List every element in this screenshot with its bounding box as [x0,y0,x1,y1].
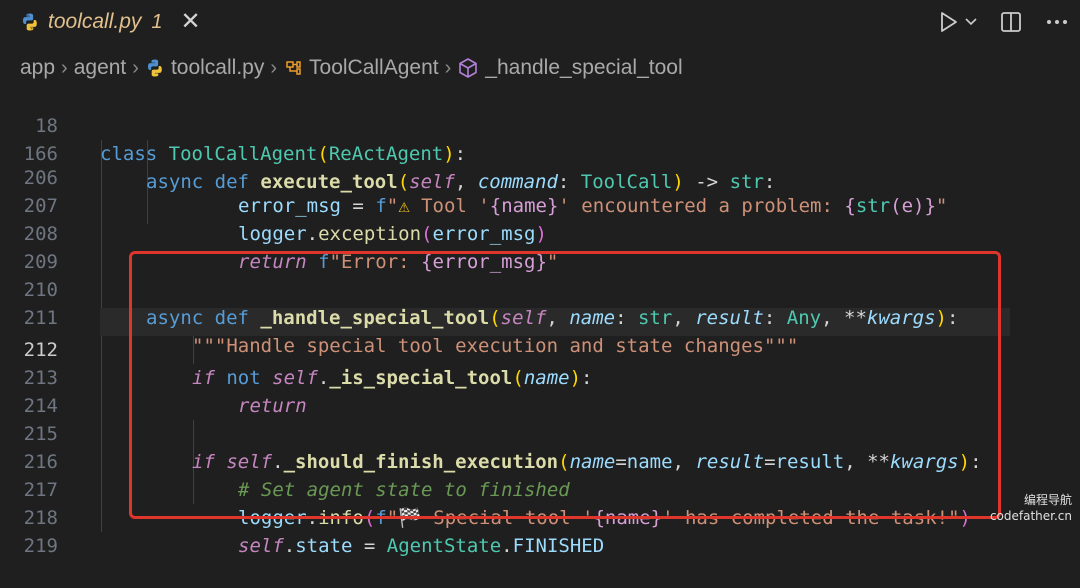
tab-filename: toolcall.py [48,10,142,33]
split-editor-icon [1001,12,1021,32]
method-symbol-icon [457,57,479,79]
breadcrumb-agent[interactable]: agent [74,56,127,80]
run-button[interactable] [938,9,960,35]
line-number: 219 [23,535,58,557]
chevron-right-icon: › [61,56,68,79]
editor-actions [938,8,1070,36]
python-file-icon [20,12,40,32]
watermark-line1: 编程导航 [1023,493,1072,507]
chevron-right-icon: › [132,56,139,79]
close-tab-button[interactable]: ✕ [181,10,201,34]
watermark: 编程导航 codefather.cn [990,492,1072,524]
code-text: self.state = AgentState.FINISHED [238,535,605,557]
watermark-line2: codefather.cn [989,509,1072,523]
code-line: 208 return f"Error: {error_msg}" [0,192,1080,273]
breadcrumb: app › agent › toolcall.py › ToolCallAgen… [0,50,1080,86]
problems-count-badge: 1 [151,10,163,33]
code-line: 18 class ToolCallAgent(ReActAgent): [0,84,1080,165]
code-line: 207 logger.exception(error_msg) [0,164,1080,245]
tab-bar: toolcall.py 1 ✕ [0,0,1080,44]
chevron-right-icon: › [444,56,452,79]
class-symbol-icon [283,58,303,78]
code-line: 206 error_msg = f"⚠ Tool '{name}' encoun… [0,136,1080,217]
play-icon [941,12,957,32]
breadcrumb-app[interactable]: app [20,56,55,80]
run-options-dropdown[interactable] [960,9,982,35]
chevron-down-icon [965,18,977,26]
more-actions-button[interactable] [1044,9,1070,35]
code-line: 209 [0,220,1080,273]
breadcrumb-class[interactable]: ToolCallAgent [309,56,439,80]
split-editor-button[interactable] [998,9,1024,35]
python-file-icon [145,58,165,78]
ellipsis-icon [1047,20,1067,24]
breadcrumb-file[interactable]: toolcall.py [171,56,264,80]
chevron-right-icon: › [270,56,278,79]
annotation-highlight-box [129,251,1001,519]
breadcrumb-method[interactable]: _handle_special_tool [485,56,682,80]
editor-tab-toolcall[interactable]: toolcall.py 1 ✕ [0,0,206,44]
